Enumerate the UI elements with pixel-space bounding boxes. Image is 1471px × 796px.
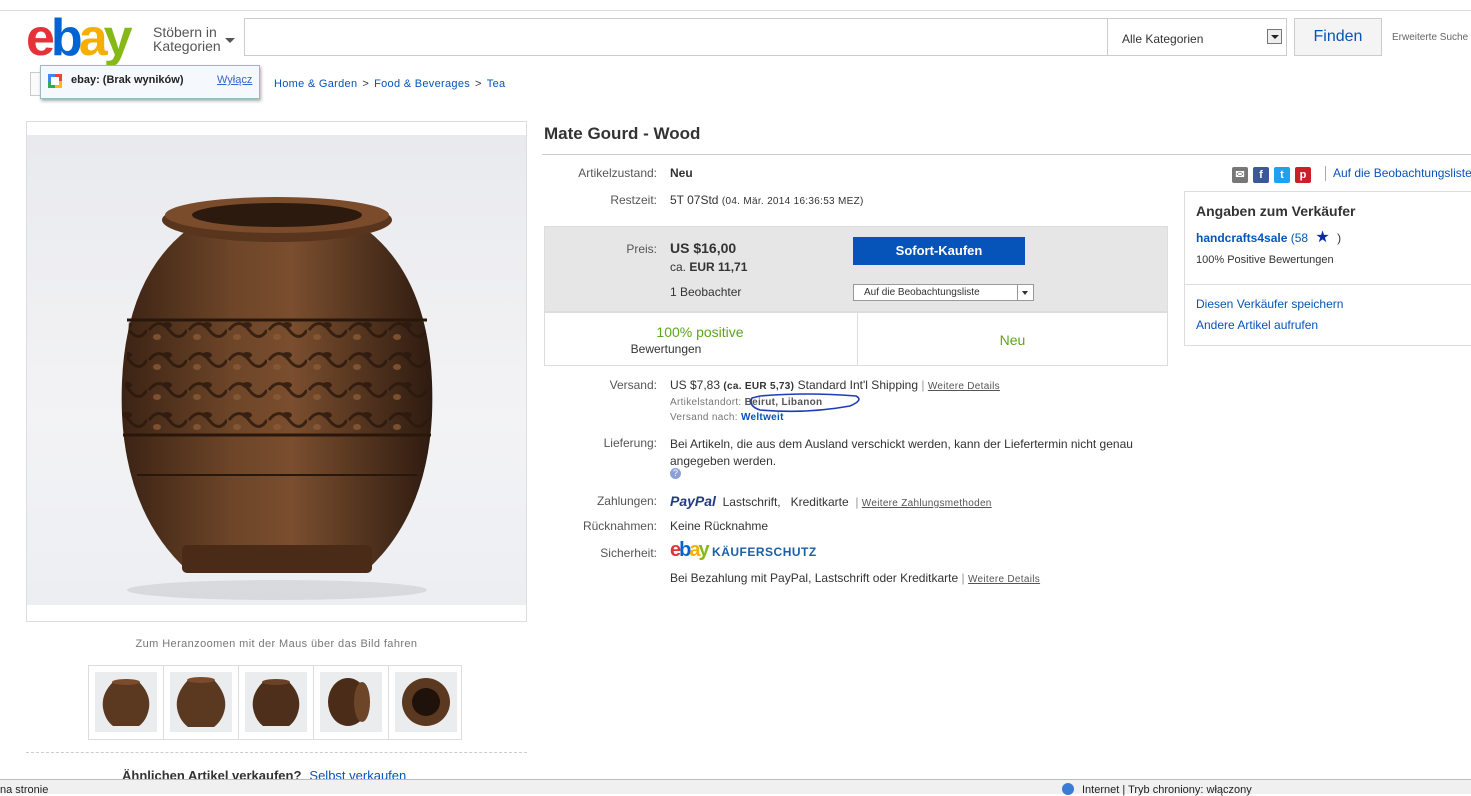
- delivery-text: Bei Artikeln, die aus dem Ausland versch…: [670, 437, 1133, 468]
- end-date: (04. Mär. 2014 16:36:53 MEZ): [721, 196, 864, 207]
- thumbnail[interactable]: [89, 666, 164, 739]
- zoom-hint: Zum Heranzoomen mit der Maus über das Bi…: [135, 638, 418, 650]
- breadcrumb-separator: >: [475, 78, 482, 90]
- price-eur: ca. EUR 11,71: [670, 260, 748, 274]
- thumbnail[interactable]: [389, 666, 464, 739]
- thumbnail[interactable]: [239, 666, 314, 739]
- google-toolbar-icon: [48, 74, 62, 88]
- category-select[interactable]: Alle Kategorien: [1107, 19, 1288, 55]
- ebay-logo[interactable]: ebay: [26, 10, 133, 66]
- breadcrumb-tea[interactable]: Tea: [487, 78, 506, 90]
- watchlist-select[interactable]: Auf die Beobachtungsliste: [853, 284, 1034, 301]
- title-divider: [542, 154, 1471, 155]
- rating-positive: 100% positive: [656, 324, 744, 340]
- condition-value: Neu: [670, 166, 693, 180]
- facebook-icon[interactable]: f: [1253, 166, 1269, 183]
- browser-status-bar: na stronie Internet | Tryb chroniony: wł…: [0, 779, 1471, 796]
- time-left-value: 5T 07Std (04. Mär. 2014 16:36:53 MEZ): [670, 193, 864, 207]
- protection-text: Bei Bezahlung mit PayPal, Lastschrift od…: [670, 571, 1041, 585]
- gourd-image: [121, 197, 433, 600]
- twitter-icon[interactable]: t: [1274, 166, 1290, 183]
- returns-label: Rücknahmen:: [582, 519, 657, 533]
- shipping-method: Standard Int'l Shipping: [797, 378, 919, 392]
- shipping-details-link[interactable]: Weitere Details: [928, 381, 1000, 392]
- rating-label: Bewertungen: [630, 342, 702, 356]
- security-label: Sicherheit:: [600, 546, 657, 560]
- protection-details-link[interactable]: Weitere Details: [968, 574, 1040, 585]
- status-zone: Internet | Tryb chroniony: włączony: [1082, 784, 1252, 796]
- buy-now-button[interactable]: Sofort-Kaufen: [853, 237, 1025, 265]
- seller-name-row: handcrafts4sale (58 ★ ): [1196, 229, 1342, 246]
- breadcrumb-separator: >: [362, 78, 370, 90]
- rating-condition: Neu: [999, 332, 1026, 348]
- popup-text: ebay: (Brak wyników): [71, 74, 184, 86]
- price-value: US $16,00: [670, 240, 737, 256]
- star-icon: ★: [1315, 229, 1330, 246]
- payment-label: Zahlungen:: [596, 494, 657, 508]
- advanced-search-link[interactable]: Erweiterte Suche: [1392, 32, 1468, 43]
- thumbnail[interactable]: [314, 666, 389, 739]
- breadcrumb-home-garden[interactable]: Home & Garden: [274, 78, 357, 90]
- status-left: na stronie: [0, 784, 49, 796]
- browse-label-line1: Stöbern in: [153, 24, 217, 40]
- payment-methods: PayPal Lastschrift, Kreditkarte | Weiter…: [670, 493, 992, 509]
- other-items-link[interactable]: Andere Artikel aufrufen: [1196, 318, 1318, 332]
- save-seller-link[interactable]: Diesen Verkäufer speichern: [1196, 297, 1343, 311]
- shipping-eur: (ca. EUR 5,73): [723, 381, 795, 392]
- shipping-cost: US $7,83: [670, 378, 721, 392]
- thumbnail-strip: [88, 665, 462, 740]
- paypal-logo: PayPal: [670, 493, 716, 509]
- globe-icon: [1062, 783, 1074, 795]
- popup-off-link[interactable]: Wyłącz: [217, 74, 252, 86]
- browse-label-line2: Kategorien: [153, 38, 221, 54]
- main-image[interactable]: [26, 121, 527, 622]
- seller-heading: Angaben zum Verkäufer: [1196, 203, 1356, 219]
- condition-label: Artikelzustand:: [578, 166, 657, 180]
- browse-categories-button[interactable]: Stöbern in Kategorien: [153, 24, 235, 54]
- divider: [26, 752, 527, 753]
- thumbnail[interactable]: [164, 666, 239, 739]
- time-left-label: Restzeit:: [610, 193, 657, 207]
- seller-score[interactable]: (58: [1291, 231, 1308, 245]
- share-icons: ✉ f t p: [1232, 166, 1316, 184]
- add-to-watchlist-link[interactable]: Auf die Beobachtungsliste: [1333, 166, 1471, 180]
- category-select-value: Alle Kategorien: [1122, 32, 1204, 46]
- ebay-buyer-protection-logo: ebay KÄUFERSCHUTZ: [670, 539, 817, 561]
- delivery-label: Lieferung:: [603, 436, 657, 450]
- help-icon[interactable]: ?: [670, 468, 681, 479]
- pinterest-icon[interactable]: p: [1295, 166, 1311, 183]
- toolbar-popup: ebay: (Brak wyników) Wyłącz: [40, 65, 260, 99]
- more-payment-link[interactable]: Weitere Zahlungsmethoden: [862, 498, 992, 509]
- email-icon[interactable]: ✉: [1232, 166, 1248, 183]
- header-divider: [0, 10, 1471, 11]
- breadcrumb-food-beverages[interactable]: Food & Beverages: [374, 78, 470, 90]
- shipping-label: Versand:: [609, 378, 657, 392]
- shipping-info: US $7,83 (ca. EUR 5,73) Standard Int'l S…: [670, 378, 1000, 392]
- find-button[interactable]: Finden: [1294, 18, 1382, 56]
- divider: [1184, 284, 1471, 285]
- returns-value: Keine Rücknahme: [670, 519, 769, 533]
- seller-feedback: 100% Positive Bewertungen: [1196, 254, 1334, 266]
- watchers-count: 1 Beobachter: [670, 285, 742, 299]
- dropdown-arrow-icon[interactable]: [1267, 29, 1282, 44]
- breadcrumb: Home & Garden > Food & Beverages > Tea: [274, 78, 505, 90]
- item-title: Mate Gourd - Wood: [544, 124, 701, 143]
- seller-name-link[interactable]: handcrafts4sale: [1196, 231, 1287, 245]
- price-label: Preis:: [626, 242, 657, 256]
- chevron-down-icon: [225, 38, 235, 43]
- divider: [1325, 166, 1326, 181]
- chevron-down-icon: [1017, 285, 1033, 300]
- hand-drawn-circle: [750, 393, 860, 413]
